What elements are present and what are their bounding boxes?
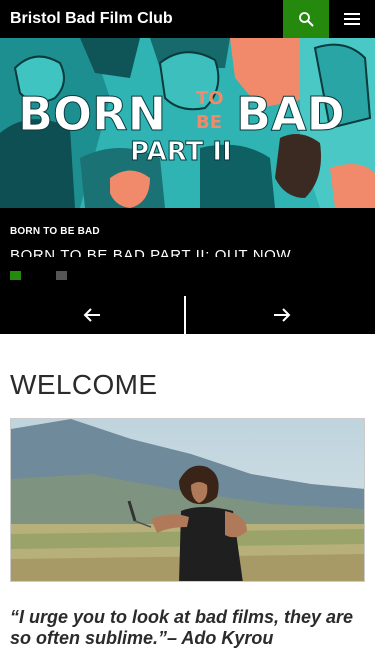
featured-slider: BORN TO BE BAD PART II BORN TO BE BAD BO… — [0, 38, 375, 296]
slider-dot-1-active[interactable] — [10, 271, 21, 280]
slide-caption: BORN TO BE BAD BORN TO BE BAD PART II: O… — [0, 208, 375, 296]
previous-slide-button[interactable] — [0, 296, 186, 334]
slider-navigation — [0, 296, 375, 334]
welcome-photo-art — [11, 419, 364, 581]
poster-title-to: TO — [196, 88, 224, 109]
arrow-right-icon — [273, 308, 290, 322]
next-slide-button[interactable] — [188, 296, 375, 334]
menu-button[interactable] — [329, 0, 375, 38]
welcome-quote: “I urge you to look at bad films, they a… — [10, 607, 354, 648]
slide-category[interactable]: BORN TO BE BAD — [10, 226, 100, 237]
featured-poster-image[interactable]: BORN TO BE BAD PART II — [0, 38, 375, 208]
page-heading: WELCOME — [10, 369, 158, 400]
poster-title-bad: BAD — [236, 87, 345, 141]
poster-title-born: BORN — [18, 87, 166, 141]
site-title[interactable]: Bristol Bad Film Club — [10, 9, 173, 29]
slide-title-clip: BORN TO BE BAD PART II: OUT NOW — [10, 244, 360, 257]
search-icon — [299, 12, 314, 27]
welcome-photo — [10, 418, 365, 582]
hamburger-menu-icon — [344, 13, 360, 25]
arrow-left-icon — [83, 308, 100, 322]
site-header: Bristol Bad Film Club — [0, 0, 375, 38]
slide-title[interactable]: BORN TO BE BAD PART II: OUT NOW — [10, 244, 360, 257]
slider-dot-2[interactable] — [56, 271, 67, 280]
search-button[interactable] — [283, 0, 329, 38]
poster-title-part: PART II — [130, 137, 232, 167]
poster-artwork: BORN TO BE BAD PART II — [0, 38, 375, 208]
poster-title-be: BE — [196, 112, 222, 133]
